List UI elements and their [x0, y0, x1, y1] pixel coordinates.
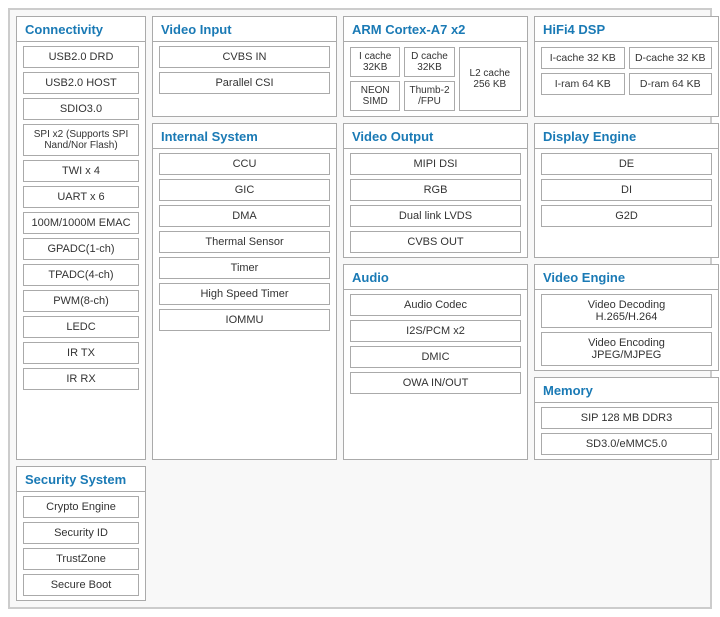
video-input-items: CVBS IN Parallel CSI — [153, 42, 336, 116]
hifi4-inner: I-cache 32 KB D-cache 32 KB I-ram 64 KB … — [535, 42, 718, 100]
list-item: LEDC — [23, 316, 139, 338]
list-item: G2D — [541, 205, 712, 227]
video-output-items: MIPI DSI RGB Dual link LVDS CVBS OUT — [344, 149, 527, 257]
audio-block: Audio Audio Codec I2S/PCM x2 DMIC OWA IN… — [343, 264, 528, 460]
list-item: Crypto Engine — [23, 496, 139, 518]
cortex-thumb: Thumb-2/FPU — [404, 81, 454, 111]
list-item: USB2.0 DRD — [23, 46, 139, 68]
list-item: CVBS OUT — [350, 231, 521, 253]
list-item: DI — [541, 179, 712, 201]
list-item: USB2.0 HOST — [23, 72, 139, 94]
display-engine-block: Display Engine DE DI G2D — [534, 123, 719, 258]
memory-block: Memory SIP 128 MB DDR3 SD3.0/eMMC5.0 — [534, 377, 719, 460]
list-item: SDIO3.0 — [23, 98, 139, 120]
list-item: Security ID — [23, 522, 139, 544]
hifi4-block: HiFi4 DSP I-cache 32 KB D-cache 32 KB I-… — [534, 16, 719, 117]
arm-cortex-title: ARM Cortex-A7 x2 — [344, 17, 527, 42]
video-engine-title: Video Engine — [535, 265, 718, 290]
memory-title: Memory — [535, 378, 718, 403]
display-engine-title: Display Engine — [535, 124, 718, 149]
video-output-title: Video Output — [344, 124, 527, 149]
memory-items: SIP 128 MB DDR3 SD3.0/eMMC5.0 — [535, 403, 718, 459]
list-item: CCU — [159, 153, 330, 175]
cortex-dcache: D cache32KB — [404, 47, 454, 77]
list-item: I-cache 32 KB — [541, 47, 625, 69]
audio-items: Audio Codec I2S/PCM x2 DMIC OWA IN/OUT — [344, 290, 527, 459]
list-item: DMA — [159, 205, 330, 227]
cortex-row1: I cache32KB D cache32KB NEONSIMD Thumb-2… — [350, 47, 521, 111]
list-item: RGB — [350, 179, 521, 201]
list-item: IOMMU — [159, 309, 330, 331]
list-item: IR RX — [23, 368, 139, 390]
list-item: GPADC(1-ch) — [23, 238, 139, 260]
arm-cortex-inner: I cache32KB D cache32KB NEONSIMD Thumb-2… — [344, 42, 527, 116]
list-item: Dual link LVDS — [350, 205, 521, 227]
list-item: PWM(8-ch) — [23, 290, 139, 312]
connectivity-items: USB2.0 DRD USB2.0 HOST SDIO3.0 SPI x2 (S… — [17, 42, 145, 459]
list-item: TrustZone — [23, 548, 139, 570]
internal-system-items: CCU GIC DMA Thermal Sensor Timer High Sp… — [153, 149, 336, 459]
video-output-block: Video Output MIPI DSI RGB Dual link LVDS… — [343, 123, 528, 258]
list-item: D-ram 64 KB — [629, 73, 713, 95]
video-engine-items: Video Decoding H.265/H.264 Video Encodin… — [535, 290, 718, 370]
list-item: Video Decoding H.265/H.264 — [541, 294, 712, 328]
video-input-title: Video Input — [153, 17, 336, 42]
list-item: UART x 6 — [23, 186, 139, 208]
cortex-neon: NEONSIMD — [350, 81, 400, 111]
list-item: SPI x2 (Supports SPI Nand/Nor Flash) — [23, 124, 139, 156]
col2-row3: Video Engine Video Decoding H.265/H.264 … — [534, 264, 719, 460]
list-item: TWI x 4 — [23, 160, 139, 182]
video-engine-block: Video Engine Video Decoding H.265/H.264 … — [534, 264, 719, 371]
list-item: CVBS IN — [159, 46, 330, 68]
list-item: 100M/1000M EMAC — [23, 212, 139, 234]
list-item: DE — [541, 153, 712, 175]
video-input-block: Video Input CVBS IN Parallel CSI — [152, 16, 337, 117]
arm-cortex-block: ARM Cortex-A7 x2 I cache32KB D cache32KB… — [343, 16, 528, 117]
security-system-title: Security System — [17, 467, 145, 492]
cortex-icache: I cache32KB — [350, 47, 400, 77]
hifi-row2: I-ram 64 KB D-ram 64 KB — [541, 73, 712, 95]
connectivity-title: Connectivity — [17, 17, 145, 42]
security-system-block: Security System Crypto Engine Security I… — [16, 466, 146, 601]
list-item: Audio Codec — [350, 294, 521, 316]
list-item: I2S/PCM x2 — [350, 320, 521, 342]
list-item: Thermal Sensor — [159, 231, 330, 253]
chip-diagram: Video Input CVBS IN Parallel CSI ARM Cor… — [8, 8, 712, 609]
list-item: SD3.0/eMMC5.0 — [541, 433, 712, 455]
internal-system-block: Internal System CCU GIC DMA Thermal Sens… — [152, 123, 337, 460]
list-item: Video Encoding JPEG/MJPEG — [541, 332, 712, 366]
list-item: GIC — [159, 179, 330, 201]
list-item: I-ram 64 KB — [541, 73, 625, 95]
list-item: OWA IN/OUT — [350, 372, 521, 394]
list-item: Parallel CSI — [159, 72, 330, 94]
list-item: SIP 128 MB DDR3 — [541, 407, 712, 429]
internal-system-title: Internal System — [153, 124, 336, 149]
display-engine-items: DE DI G2D — [535, 149, 718, 257]
list-item: IR TX — [23, 342, 139, 364]
security-system-items: Crypto Engine Security ID TrustZone Secu… — [17, 492, 145, 600]
hifi4-title: HiFi4 DSP — [535, 17, 718, 42]
list-item: MIPI DSI — [350, 153, 521, 175]
list-item: Secure Boot — [23, 574, 139, 596]
connectivity-block: Connectivity USB2.0 DRD USB2.0 HOST SDIO… — [16, 16, 146, 460]
list-item: D-cache 32 KB — [629, 47, 713, 69]
cortex-l2: L2 cache256 KB — [459, 47, 521, 111]
hifi-row1: I-cache 32 KB D-cache 32 KB — [541, 47, 712, 69]
list-item: TPADC(4-ch) — [23, 264, 139, 286]
list-item: Timer — [159, 257, 330, 279]
list-item: High Speed Timer — [159, 283, 330, 305]
list-item: DMIC — [350, 346, 521, 368]
audio-title: Audio — [344, 265, 527, 290]
